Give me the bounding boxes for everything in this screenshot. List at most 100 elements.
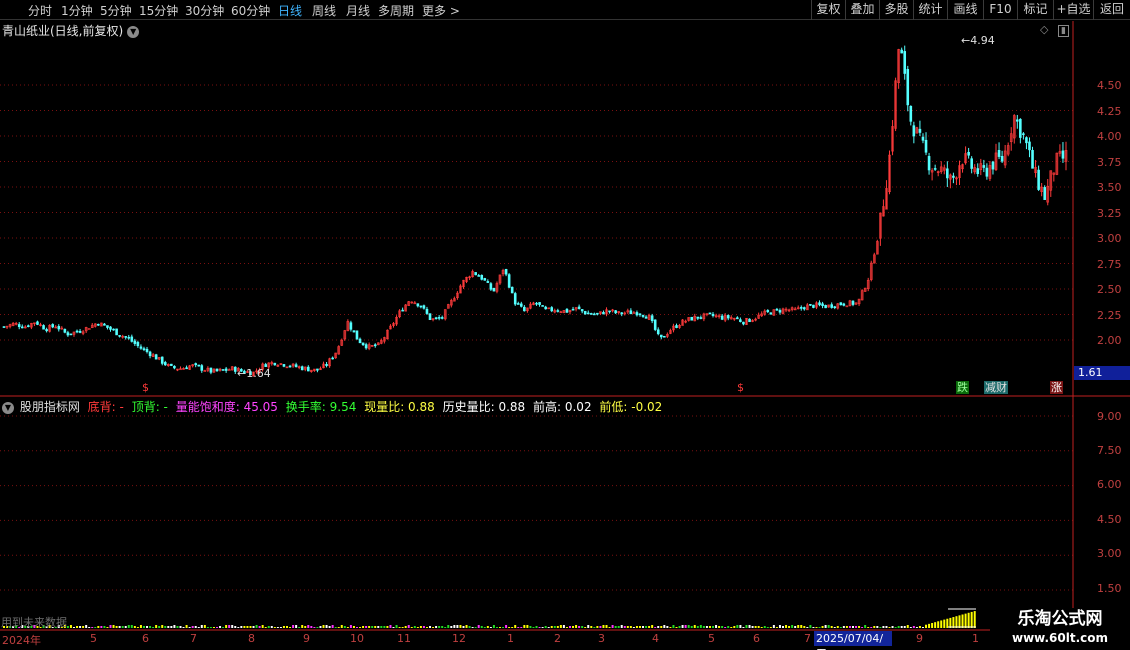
x-tick: 9: [303, 632, 310, 645]
volume-bar: [952, 617, 955, 628]
volume-bar: [97, 626, 100, 628]
volume-bar: [943, 619, 946, 628]
candle-body: [492, 287, 496, 292]
volume-bar: [389, 625, 392, 628]
candle-body: [179, 368, 182, 371]
candle-body: [748, 318, 751, 323]
volume-bar: [912, 626, 915, 628]
volume-bar: [733, 626, 736, 628]
volume-bar: [538, 627, 541, 628]
volume-bar: [206, 627, 209, 628]
volume-bar: [112, 625, 115, 628]
diamond-icon[interactable]: ◇: [1040, 23, 1048, 36]
volume-bar: [575, 625, 578, 628]
volume-bar: [842, 626, 845, 628]
volume-bar: [949, 617, 952, 628]
volume-bar: [937, 621, 940, 628]
volume-bar: [292, 625, 295, 628]
candle-body: [136, 342, 140, 347]
stock-title: 青山纸业(日线,前复权): [2, 24, 124, 38]
volume-bar: [212, 627, 215, 628]
volume-bar: [681, 625, 684, 628]
candle-body: [185, 367, 188, 370]
volume-bar: [529, 626, 532, 628]
volume-bar: [550, 626, 553, 628]
candle-body: [124, 336, 128, 338]
y-tick: 2.00: [1097, 334, 1122, 347]
candle-body: [1028, 141, 1031, 151]
candle-body: [520, 303, 523, 307]
volume-bar: [535, 626, 538, 628]
volume-bar: [760, 627, 763, 628]
volume-bar: [547, 627, 550, 628]
volume-bar: [870, 627, 873, 628]
volume-bar: [967, 612, 970, 628]
chevron-down-icon[interactable]: ▼: [2, 401, 14, 414]
event-tag-up[interactable]: 涨: [1050, 381, 1063, 394]
candle-body: [215, 368, 219, 372]
candle-body: [437, 317, 441, 319]
x-tick: 4: [652, 632, 659, 645]
candle-body: [349, 322, 353, 330]
candle-body: [523, 306, 526, 312]
candle-body: [139, 346, 143, 349]
candle-body: [373, 344, 377, 347]
volume-bar: [629, 626, 632, 628]
candle-body: [440, 317, 444, 319]
candle-body: [818, 302, 821, 306]
candle-body: [839, 302, 843, 306]
event-tag-reduce[interactable]: 减财: [984, 381, 1008, 394]
panel-toggle-icon[interactable]: ▮: [1057, 25, 1069, 37]
candle-body: [659, 334, 663, 338]
volume-bar: [222, 627, 225, 628]
volume-bar: [334, 627, 337, 628]
candle-body: [483, 278, 487, 281]
candle-body: [163, 362, 167, 366]
candle-body: [115, 328, 118, 336]
candle-body: [946, 168, 949, 179]
candle-body: [565, 308, 569, 313]
volume-bar: [69, 625, 72, 628]
volume-bar: [82, 626, 85, 628]
volume-bar: [584, 627, 587, 628]
chevron-down-icon[interactable]: ▼: [127, 25, 140, 38]
candle-body: [282, 364, 286, 367]
volume-bar: [124, 626, 127, 628]
indicator-title: ▼ 股朋指标网 底背: - 顶背: - 量能饱和度: 45.05 换手率: 9.…: [2, 398, 666, 415]
candle-body: [489, 283, 493, 290]
volume-bar: [934, 622, 937, 628]
volume-bar: [848, 626, 851, 628]
volume-bar: [678, 626, 681, 628]
volume-bar: [806, 627, 809, 628]
indicator-turnover: 换手率: 9.54: [285, 400, 357, 414]
event-tag-down[interactable]: 跌: [956, 381, 969, 394]
volume-bar: [596, 626, 599, 628]
candle-body: [933, 168, 937, 170]
volume-bar: [407, 625, 410, 628]
candle-body: [641, 314, 645, 317]
volume-bar: [517, 627, 520, 628]
volume-bar: [833, 627, 836, 628]
candle-body: [36, 321, 39, 325]
candle-body: [656, 329, 660, 335]
volume-bar: [918, 626, 921, 628]
y-tick: 9.00: [1097, 410, 1122, 423]
volume-bar: [891, 626, 894, 628]
chart-canvas[interactable]: [0, 0, 1130, 650]
volume-bar: [191, 626, 194, 628]
candle-body: [66, 332, 70, 336]
candle-body: [833, 306, 837, 308]
volume-bar: [365, 626, 368, 628]
volume-bar: [216, 627, 219, 628]
volume-bar: [331, 625, 334, 628]
volume-bar: [830, 626, 833, 628]
candle-body: [708, 312, 712, 315]
candle-body: [997, 150, 1001, 157]
volume-bar: [295, 625, 298, 628]
candle-body: [127, 336, 131, 339]
candle-body: [51, 324, 54, 328]
candle-body: [1031, 150, 1034, 169]
candle-body: [516, 303, 520, 305]
volume-bar: [690, 626, 693, 628]
volume-bar: [66, 626, 69, 628]
